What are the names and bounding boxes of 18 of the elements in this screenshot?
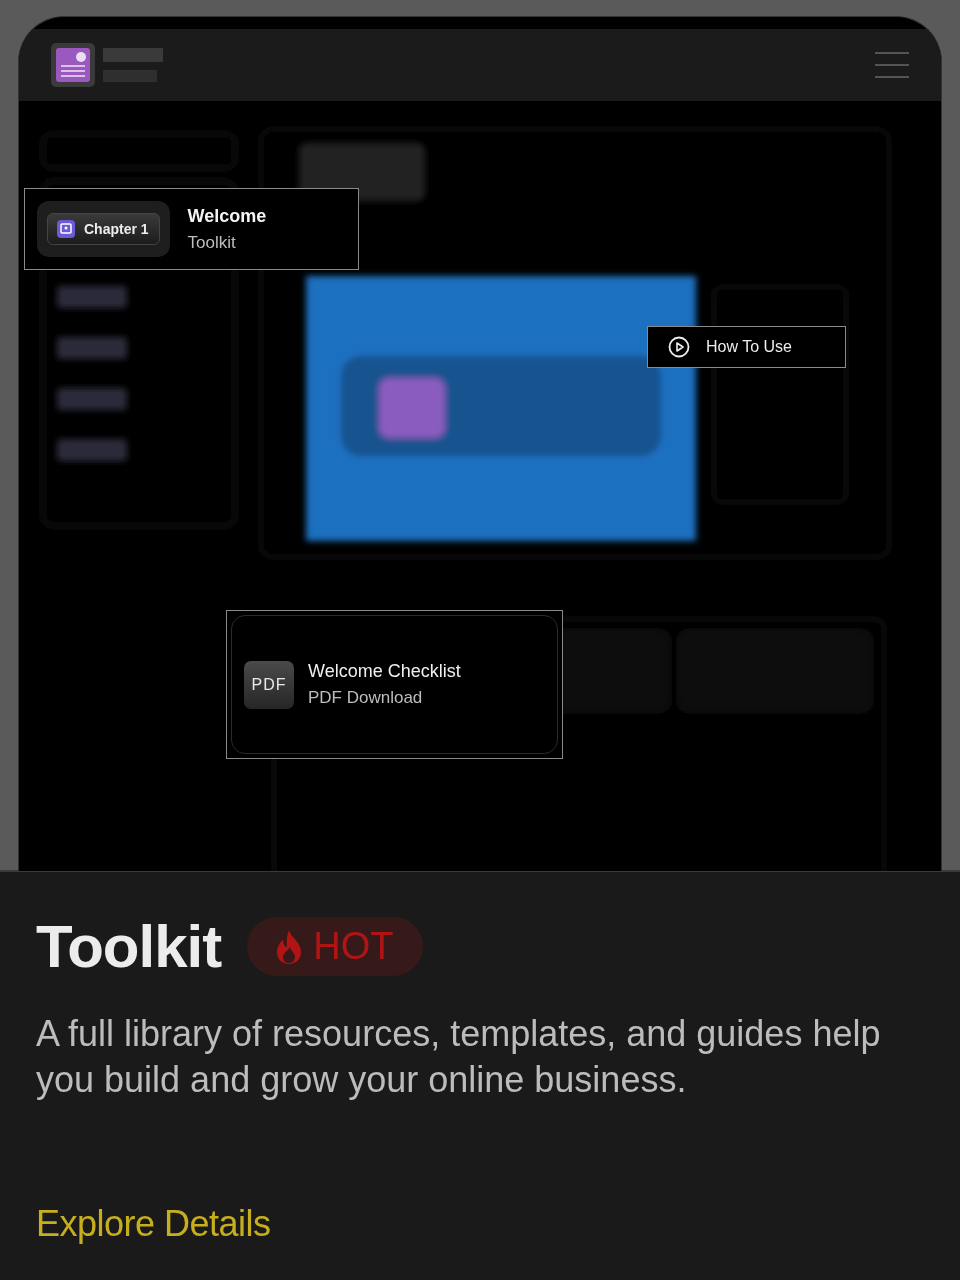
chapter-button[interactable]: Chapter 1 (47, 213, 160, 245)
flame-icon (275, 928, 304, 965)
product-description: A full library of resources, templates, and guides help you build and grow your online business. (36, 1012, 882, 1102)
how-to-use-link[interactable]: How To Use (647, 326, 846, 368)
title-placeholder (103, 48, 163, 62)
callout-subtitle: Toolkit (187, 232, 237, 253)
callout-title: Welcome (187, 205, 267, 227)
pdf-icon: PDF (244, 660, 294, 709)
logo-icon (51, 43, 95, 87)
callout-subtitle: PDF Download (308, 688, 424, 708)
product-title: Toolkit (36, 912, 222, 981)
explore-link[interactable]: Explore Details (36, 1203, 271, 1245)
play-icon (668, 336, 690, 358)
hot-badge: HOT (247, 917, 424, 976)
link-label: How To Use (706, 338, 792, 356)
chapter-icon (56, 219, 76, 239)
menu-icon[interactable] (875, 51, 909, 79)
callout-title: Welcome Checklist (308, 661, 461, 682)
